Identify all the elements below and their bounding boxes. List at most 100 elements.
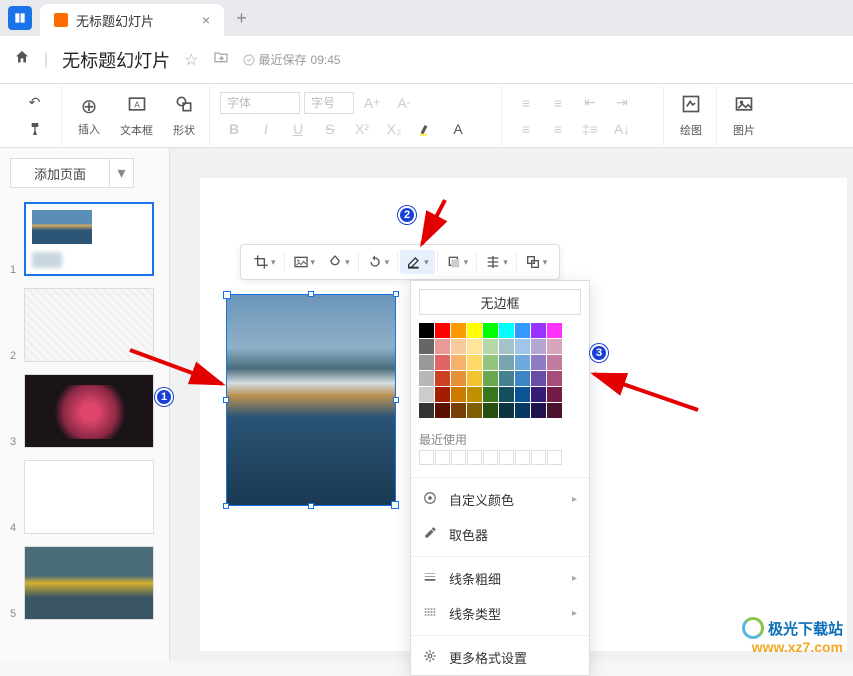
- italic-button[interactable]: I: [252, 117, 280, 141]
- line-weight-option[interactable]: 线条粗细 ▸: [411, 561, 589, 596]
- recent-color-swatch[interactable]: [483, 450, 498, 465]
- color-swatch[interactable]: [419, 387, 434, 402]
- color-swatch[interactable]: [483, 339, 498, 354]
- more-format-option[interactable]: 更多格式设置: [411, 640, 589, 675]
- color-swatch[interactable]: [531, 403, 546, 418]
- color-swatch[interactable]: [451, 323, 466, 338]
- increase-indent-button[interactable]: ⇥: [608, 91, 636, 115]
- decrease-font-button[interactable]: A-: [390, 91, 418, 115]
- recent-color-swatch[interactable]: [515, 450, 530, 465]
- bold-button[interactable]: B: [220, 117, 248, 141]
- image-button[interactable]: 图片: [725, 92, 763, 140]
- decrease-indent-button[interactable]: ⇤: [576, 91, 604, 115]
- color-swatch[interactable]: [531, 339, 546, 354]
- document-tab[interactable]: 无标题幻灯片 ×: [40, 4, 224, 36]
- color-swatch[interactable]: [531, 387, 546, 402]
- line-spacing-button[interactable]: ‡≡: [576, 117, 604, 141]
- color-swatch[interactable]: [515, 387, 530, 402]
- color-swatch[interactable]: [547, 323, 562, 338]
- align-button[interactable]: ▾: [479, 250, 514, 274]
- shape-button[interactable]: 形状: [165, 92, 203, 140]
- recent-color-swatch[interactable]: [435, 450, 450, 465]
- color-swatch[interactable]: [547, 403, 562, 418]
- recent-color-swatch[interactable]: [547, 450, 562, 465]
- color-swatch[interactable]: [483, 403, 498, 418]
- recent-color-swatch[interactable]: [419, 450, 434, 465]
- custom-color-option[interactable]: 自定义颜色 ▸: [411, 482, 589, 517]
- add-page-dropdown[interactable]: ▾: [110, 158, 134, 188]
- recent-color-swatch[interactable]: [531, 450, 546, 465]
- color-swatch[interactable]: [435, 355, 450, 370]
- color-swatch[interactable]: [467, 403, 482, 418]
- textbox-button[interactable]: A 文本框: [112, 92, 161, 140]
- color-swatch[interactable]: [483, 371, 498, 386]
- highlight-button[interactable]: [412, 117, 440, 141]
- rotate-button[interactable]: ▾: [361, 250, 396, 274]
- color-swatch[interactable]: [419, 339, 434, 354]
- text-direction-button[interactable]: A↓: [608, 117, 636, 141]
- color-swatch[interactable]: [531, 371, 546, 386]
- superscript-button[interactable]: X²: [348, 117, 376, 141]
- color-swatch[interactable]: [499, 403, 514, 418]
- increase-font-button[interactable]: A+: [358, 91, 386, 115]
- selected-image[interactable]: [226, 294, 396, 506]
- color-swatch[interactable]: [499, 355, 514, 370]
- transparency-button[interactable]: ▾: [321, 250, 356, 274]
- color-swatch[interactable]: [531, 323, 546, 338]
- star-icon[interactable]: ☆: [184, 50, 198, 70]
- line-style-option[interactable]: 线条类型 ▸: [411, 596, 589, 631]
- underline-button[interactable]: U: [284, 117, 312, 141]
- color-swatch[interactable]: [499, 339, 514, 354]
- recent-color-swatch[interactable]: [467, 450, 482, 465]
- number-list-button[interactable]: ≡: [544, 91, 572, 115]
- subscript-button[interactable]: X₂: [380, 117, 408, 141]
- bullet-list-button[interactable]: ≡: [512, 91, 540, 115]
- color-swatch[interactable]: [451, 339, 466, 354]
- color-swatch[interactable]: [419, 403, 434, 418]
- recent-color-swatch[interactable]: [451, 450, 466, 465]
- color-swatch[interactable]: [483, 323, 498, 338]
- font-family-select[interactable]: 字体: [220, 92, 300, 114]
- color-swatch[interactable]: [451, 387, 466, 402]
- color-swatch[interactable]: [451, 355, 466, 370]
- shadow-button[interactable]: ▾: [440, 250, 475, 274]
- recent-color-swatch[interactable]: [499, 450, 514, 465]
- font-color-button[interactable]: A: [444, 117, 472, 141]
- color-swatch[interactable]: [451, 371, 466, 386]
- border-color-button[interactable]: ▾: [400, 250, 435, 274]
- image-replace-button[interactable]: ▾: [287, 250, 322, 274]
- color-swatch[interactable]: [435, 339, 450, 354]
- eyedropper-option[interactable]: 取色器: [411, 517, 589, 552]
- draw-button[interactable]: 绘图: [672, 92, 710, 140]
- new-tab-button[interactable]: +: [236, 8, 247, 29]
- color-swatch[interactable]: [515, 355, 530, 370]
- add-page-button[interactable]: 添加页面: [10, 158, 110, 188]
- document-title[interactable]: 无标题幻灯片: [62, 47, 170, 73]
- color-swatch[interactable]: [483, 355, 498, 370]
- color-swatch[interactable]: [435, 387, 450, 402]
- color-swatch[interactable]: [467, 339, 482, 354]
- align-left-button[interactable]: ≡: [512, 117, 540, 141]
- slide-thumbnail[interactable]: [24, 288, 154, 362]
- align-vertical-button[interactable]: ≡: [544, 117, 572, 141]
- color-swatch[interactable]: [499, 371, 514, 386]
- color-swatch[interactable]: [419, 355, 434, 370]
- color-swatch[interactable]: [515, 339, 530, 354]
- slide-thumbnail[interactable]: [24, 374, 154, 448]
- color-swatch[interactable]: [515, 323, 530, 338]
- tab-close-button[interactable]: ×: [202, 12, 210, 28]
- arrange-button[interactable]: ▾: [519, 250, 554, 274]
- slide-thumbnail[interactable]: [24, 546, 154, 620]
- home-icon[interactable]: [14, 49, 30, 70]
- color-swatch[interactable]: [467, 323, 482, 338]
- color-swatch[interactable]: [467, 355, 482, 370]
- color-swatch[interactable]: [499, 323, 514, 338]
- color-swatch[interactable]: [547, 355, 562, 370]
- color-swatch[interactable]: [419, 371, 434, 386]
- color-swatch[interactable]: [499, 387, 514, 402]
- undo-button[interactable]: ↶: [21, 91, 49, 115]
- color-swatch[interactable]: [515, 403, 530, 418]
- color-swatch[interactable]: [547, 387, 562, 402]
- color-swatch[interactable]: [547, 339, 562, 354]
- color-swatch[interactable]: [435, 323, 450, 338]
